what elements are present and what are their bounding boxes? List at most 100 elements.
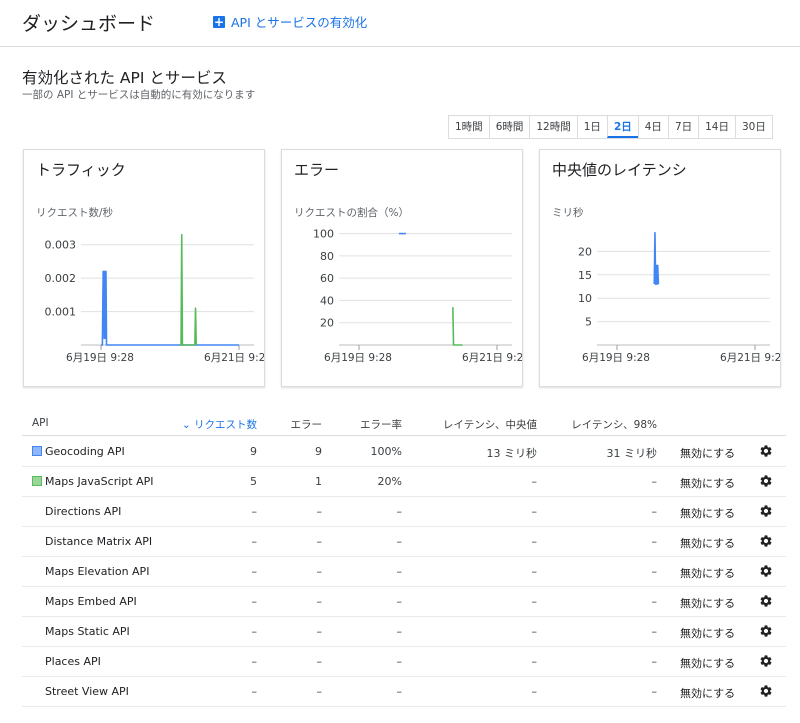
latency-98-cell: – <box>651 625 658 638</box>
latency-median-cell: – <box>531 505 538 518</box>
disable-button[interactable]: 無効にする <box>680 595 735 611</box>
latency-98-cell: – <box>651 535 658 548</box>
page-title: ダッシュボード <box>22 13 156 35</box>
api-name-link[interactable]: Places API <box>45 655 101 668</box>
disable-button[interactable]: 無効にする <box>680 505 735 521</box>
disable-button[interactable]: 無効にする <box>680 535 735 551</box>
table-row: Distance Matrix API – – – – – 無効にする <box>22 526 786 557</box>
gear-icon[interactable] <box>759 444 773 458</box>
disable-button[interactable]: 無効にする <box>680 685 735 701</box>
time-range-selector: 1時間 6時間 12時間 1日 2日 4日 7日 14日 30日 <box>448 115 773 139</box>
enable-apis-label: API とサービスの有効化 <box>231 15 368 30</box>
x-tick-label: 6月21日 9:28 <box>462 352 522 364</box>
enable-apis-button[interactable]: + API とサービスの有効化 <box>213 12 367 31</box>
disable-button[interactable]: 無効にする <box>680 445 735 461</box>
disable-button[interactable]: 無効にする <box>680 625 735 641</box>
error-rate-cell: 20% <box>377 475 402 488</box>
col-requests-label: リクエスト数 <box>194 419 257 431</box>
requests-cell: – <box>251 625 258 638</box>
gear-icon[interactable] <box>759 654 773 668</box>
api-table-header: API ⌄ リクエスト数 エラー エラー率 レイテンシ、中央値 レイテンシ、98… <box>22 415 786 436</box>
requests-cell: 5 <box>250 475 257 488</box>
requests-cell: – <box>251 685 258 698</box>
requests-cell: – <box>251 565 258 578</box>
api-name-link[interactable]: Directions API <box>45 505 121 518</box>
disable-button[interactable]: 無効にする <box>680 655 735 671</box>
requests-cell: – <box>251 655 258 668</box>
y-tick-label: 60 <box>320 272 334 285</box>
latency-98-cell: – <box>651 685 658 698</box>
gear-icon[interactable] <box>759 624 773 638</box>
traffic-chart: 0.003 0.002 0.001 6月19日 9:28 6月21日 9:28 <box>45 233 264 364</box>
latency-median-cell: – <box>531 625 538 638</box>
requests-cell: – <box>251 535 258 548</box>
error-rate-cell: – <box>396 655 403 668</box>
section-title: 有効化された API とサービス <box>22 69 227 87</box>
x-tick-label: 6月19日 9:28 <box>324 352 392 364</box>
latency-median-cell: – <box>531 685 538 698</box>
latency-median-cell: – <box>531 565 538 578</box>
col-latency-median: レイテンシ、中央値 <box>442 419 537 431</box>
api-name-link[interactable]: Geocoding API <box>45 445 125 458</box>
range-option[interactable]: 2日 <box>606 116 638 138</box>
range-option[interactable]: 12時間 <box>529 116 576 138</box>
col-requests[interactable]: ⌄ リクエスト数 <box>177 417 257 432</box>
latency-chart: 20 15 10 5 6月19日 9:28 6月21日 9:28 <box>578 231 780 364</box>
section-subtitle: 一部の API とサービスは自動的に有効になります <box>22 89 256 101</box>
api-name-link[interactable]: Maps Elevation API <box>45 565 149 578</box>
y-tick-label: 0.002 <box>45 272 77 285</box>
series-line <box>653 231 660 285</box>
gear-icon[interactable] <box>759 594 773 608</box>
y-tick-label: 10 <box>578 292 592 305</box>
api-name-link[interactable]: Maps Static API <box>45 625 130 638</box>
disable-button[interactable]: 無効にする <box>680 565 735 581</box>
latency-98-cell: – <box>651 595 658 608</box>
gear-icon[interactable] <box>759 504 773 518</box>
plus-icon: + <box>213 14 225 29</box>
api-name-link[interactable]: Street View API <box>45 685 129 698</box>
x-tick-label: 6月19日 9:28 <box>66 352 134 364</box>
range-option[interactable]: 1時間 <box>449 116 489 138</box>
errors-cell: – <box>316 505 323 518</box>
error-rate-cell: – <box>396 535 403 548</box>
error-rate-cell: 100% <box>370 445 402 458</box>
latency-98-cell: – <box>651 565 658 578</box>
col-errors: エラー <box>290 419 323 431</box>
traffic-card: トラフィック リクエスト数/秒 0.003 0.002 0.001 6月19日 9:2… <box>23 149 265 387</box>
requests-cell: – <box>251 595 258 608</box>
range-option[interactable]: 14日 <box>698 116 735 138</box>
x-tick-label: 6月19日 9:28 <box>582 352 650 364</box>
table-row: Geocoding API 9 9 100% 13 ミリ秒 31 ミリ秒 無効にする <box>22 436 786 467</box>
api-name-link[interactable]: Maps JavaScript API <box>45 475 153 488</box>
range-option[interactable]: 1日 <box>576 116 607 138</box>
api-name-link[interactable]: Distance Matrix API <box>45 535 152 548</box>
range-option[interactable]: 4日 <box>637 116 668 138</box>
y-tick-label: 5 <box>585 316 592 329</box>
table-row: Maps Static API – – – – – 無効にする <box>22 616 786 647</box>
table-row: Street View API – – – – – 無効にする <box>22 676 786 707</box>
disable-button[interactable]: 無効にする <box>680 475 735 491</box>
gear-icon[interactable] <box>759 564 773 578</box>
series-color-swatch <box>32 446 42 456</box>
gear-icon[interactable] <box>759 684 773 698</box>
series-line <box>179 233 198 346</box>
error-rate-cell: – <box>396 595 403 608</box>
errors-cell: – <box>316 655 323 668</box>
errors-cell: – <box>316 535 323 548</box>
requests-cell: – <box>251 505 258 518</box>
col-error-rate: エラー率 <box>360 419 402 431</box>
table-row: Directions API – – – – – 無効にする <box>22 496 786 527</box>
y-tick-label: 15 <box>578 269 592 282</box>
range-option[interactable]: 30日 <box>735 116 772 138</box>
table-row: Maps Elevation API – – – – – 無効にする <box>22 556 786 587</box>
error-rate-cell: – <box>396 565 403 578</box>
gear-icon[interactable] <box>759 534 773 548</box>
errors-chart: 100 80 60 40 20 6月19日 9:28 6月21日 9:28 <box>313 228 522 364</box>
y-tick-label: 0.001 <box>45 306 77 319</box>
gear-icon[interactable] <box>759 474 773 488</box>
range-option[interactable]: 7日 <box>667 116 698 138</box>
api-name-link[interactable]: Maps Embed API <box>45 595 137 608</box>
range-option[interactable]: 6時間 <box>488 116 530 138</box>
requests-cell: 9 <box>250 445 257 458</box>
y-tick-label: 20 <box>320 317 334 330</box>
